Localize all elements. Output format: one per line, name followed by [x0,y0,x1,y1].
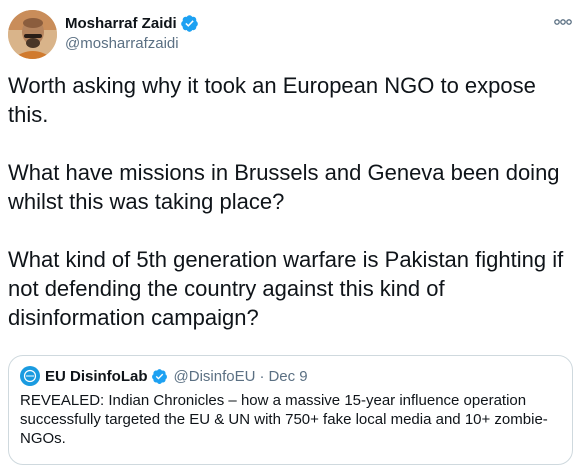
author-handle[interactable]: @mosharrafzaidi [65,35,199,52]
quoted-separator: · [259,367,265,385]
author-avatar[interactable] [8,10,57,59]
author-display-name[interactable]: Mosharraf Zaidi [65,15,177,32]
more-options-icon[interactable] [553,16,573,28]
author-name-row: Mosharraf Zaidi [65,13,199,33]
quoted-author-name: EU DisinfoLab [45,367,148,385]
tweet-paragraph: What kind of 5th generation warfare is P… [8,247,564,330]
quoted-author-handle: @DisinfoEU [173,367,256,385]
quoted-tweet[interactable]: EU DisinfoLab @DisinfoEU · Dec 9 REVEALE… [8,355,573,465]
quoted-date: Dec 9 [268,367,308,385]
quoted-author-avatar [20,366,40,386]
tweet-card: Mosharraf Zaidi @mosharrafzaidi Worth as… [0,0,581,465]
quoted-tweet-header: EU DisinfoLab @DisinfoEU · Dec 9 [20,366,308,386]
disinfolab-logo-icon [23,369,37,383]
verified-badge-icon [151,368,167,384]
quoted-tweet-text: REVEALED: Indian Chronicles – how a mass… [20,392,548,447]
tweet-paragraph: What have missions in Brussels and Genev… [8,160,560,214]
tweet-paragraph: Worth asking why it took an European NGO… [8,73,536,127]
tweet-body: Worth asking why it took an European NGO… [8,71,578,332]
verified-badge-icon [180,14,198,32]
author-block: Mosharraf Zaidi @mosharrafzaidi [65,13,199,52]
avatar-photo [8,10,57,59]
